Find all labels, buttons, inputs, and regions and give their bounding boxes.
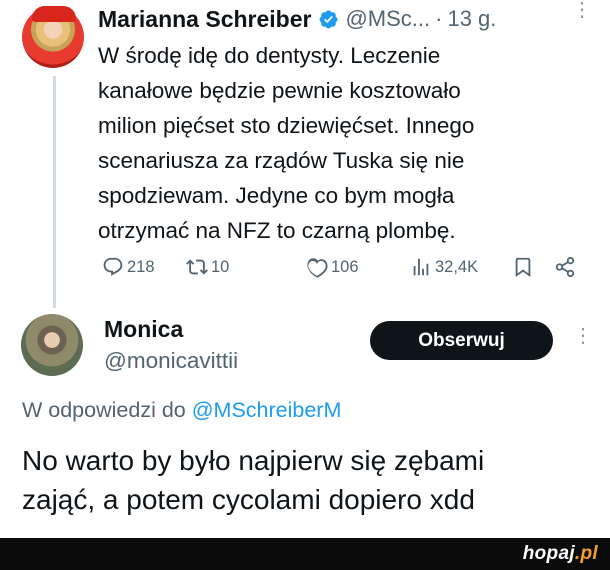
like-count: 106 bbox=[331, 257, 359, 276]
like-button[interactable]: 106 bbox=[306, 256, 359, 278]
tweet-text-line: kanałowe będzie pewnie kosztowało bbox=[98, 78, 461, 103]
reply-icon bbox=[103, 257, 123, 276]
watermark-bar: hopaj.pl bbox=[0, 538, 610, 570]
tweet-text: No warto by było najpierw się zębami zaj… bbox=[22, 441, 484, 519]
views-button[interactable]: 32,4K bbox=[410, 256, 478, 278]
tweet-text-line: otrzymać na NFZ to czarną plombę. bbox=[98, 218, 456, 243]
retweet-button[interactable]: 10 bbox=[186, 256, 229, 278]
author-handle[interactable]: @monicavittii bbox=[104, 348, 238, 374]
reply-mention-link[interactable]: @MSchreiberM bbox=[192, 398, 342, 422]
thread-line bbox=[53, 76, 56, 308]
timestamp[interactable]: 13 g. bbox=[447, 6, 496, 32]
tweet-actions: 218 10 106 32,4K bbox=[102, 256, 582, 280]
retweet-count: 10 bbox=[211, 257, 230, 276]
brand-logo: hopaj.pl bbox=[522, 543, 598, 564]
more-options-icon[interactable]: ⋮ bbox=[573, 326, 593, 346]
reply-button[interactable]: 218 bbox=[102, 256, 155, 278]
author-name[interactable]: Monica bbox=[104, 316, 183, 343]
avatar[interactable] bbox=[21, 314, 83, 376]
verified-badge-icon bbox=[320, 10, 338, 28]
author-name[interactable]: Marianna Schreiber bbox=[98, 6, 311, 33]
analytics-icon bbox=[413, 258, 429, 276]
separator-dot: · bbox=[435, 6, 443, 31]
tweet-text-line: scenariusza za rządów Tuska się nie bbox=[98, 148, 465, 173]
bookmark-icon bbox=[515, 257, 531, 278]
tweet-text-line: No warto by było najpierw się zębami bbox=[22, 445, 485, 476]
bookmark-button[interactable] bbox=[512, 256, 537, 278]
tweet-text: W środę idę do dentysty. Leczenie kanało… bbox=[98, 38, 598, 248]
tweet-header: Marianna Schreiber @MSc... · 13 g. bbox=[98, 4, 496, 34]
tweet-text-line: spodziewam. Jedyne co bym mogła bbox=[98, 183, 455, 208]
reply-count: 218 bbox=[127, 257, 155, 276]
share-icon bbox=[555, 256, 575, 278]
tweet-text-line: W środę idę do dentysty. Leczenie bbox=[98, 43, 441, 68]
follow-button[interactable]: Obserwuj bbox=[370, 321, 553, 360]
share-button[interactable] bbox=[554, 256, 579, 278]
more-options-icon[interactable]: ⋮ bbox=[572, 0, 592, 20]
author-handle[interactable]: @MSc... bbox=[345, 6, 430, 32]
retweet-icon bbox=[186, 259, 208, 275]
heart-icon bbox=[307, 258, 328, 278]
reply-prefix: W odpowiedzi do bbox=[22, 398, 186, 422]
tweet-original: Marianna Schreiber @MSc... · 13 g. ⋮ W ś… bbox=[0, 0, 610, 308]
avatar[interactable] bbox=[22, 6, 84, 68]
tweet-text-line: zająć, a potem cycolami dopiero xdd bbox=[22, 484, 475, 515]
tweet-text-line: milion pięćset sto dziewięćset. Innego bbox=[98, 113, 475, 138]
reply-context: W odpowiedzi do @MSchreiberM bbox=[22, 398, 341, 423]
views-count: 32,4K bbox=[435, 257, 479, 276]
